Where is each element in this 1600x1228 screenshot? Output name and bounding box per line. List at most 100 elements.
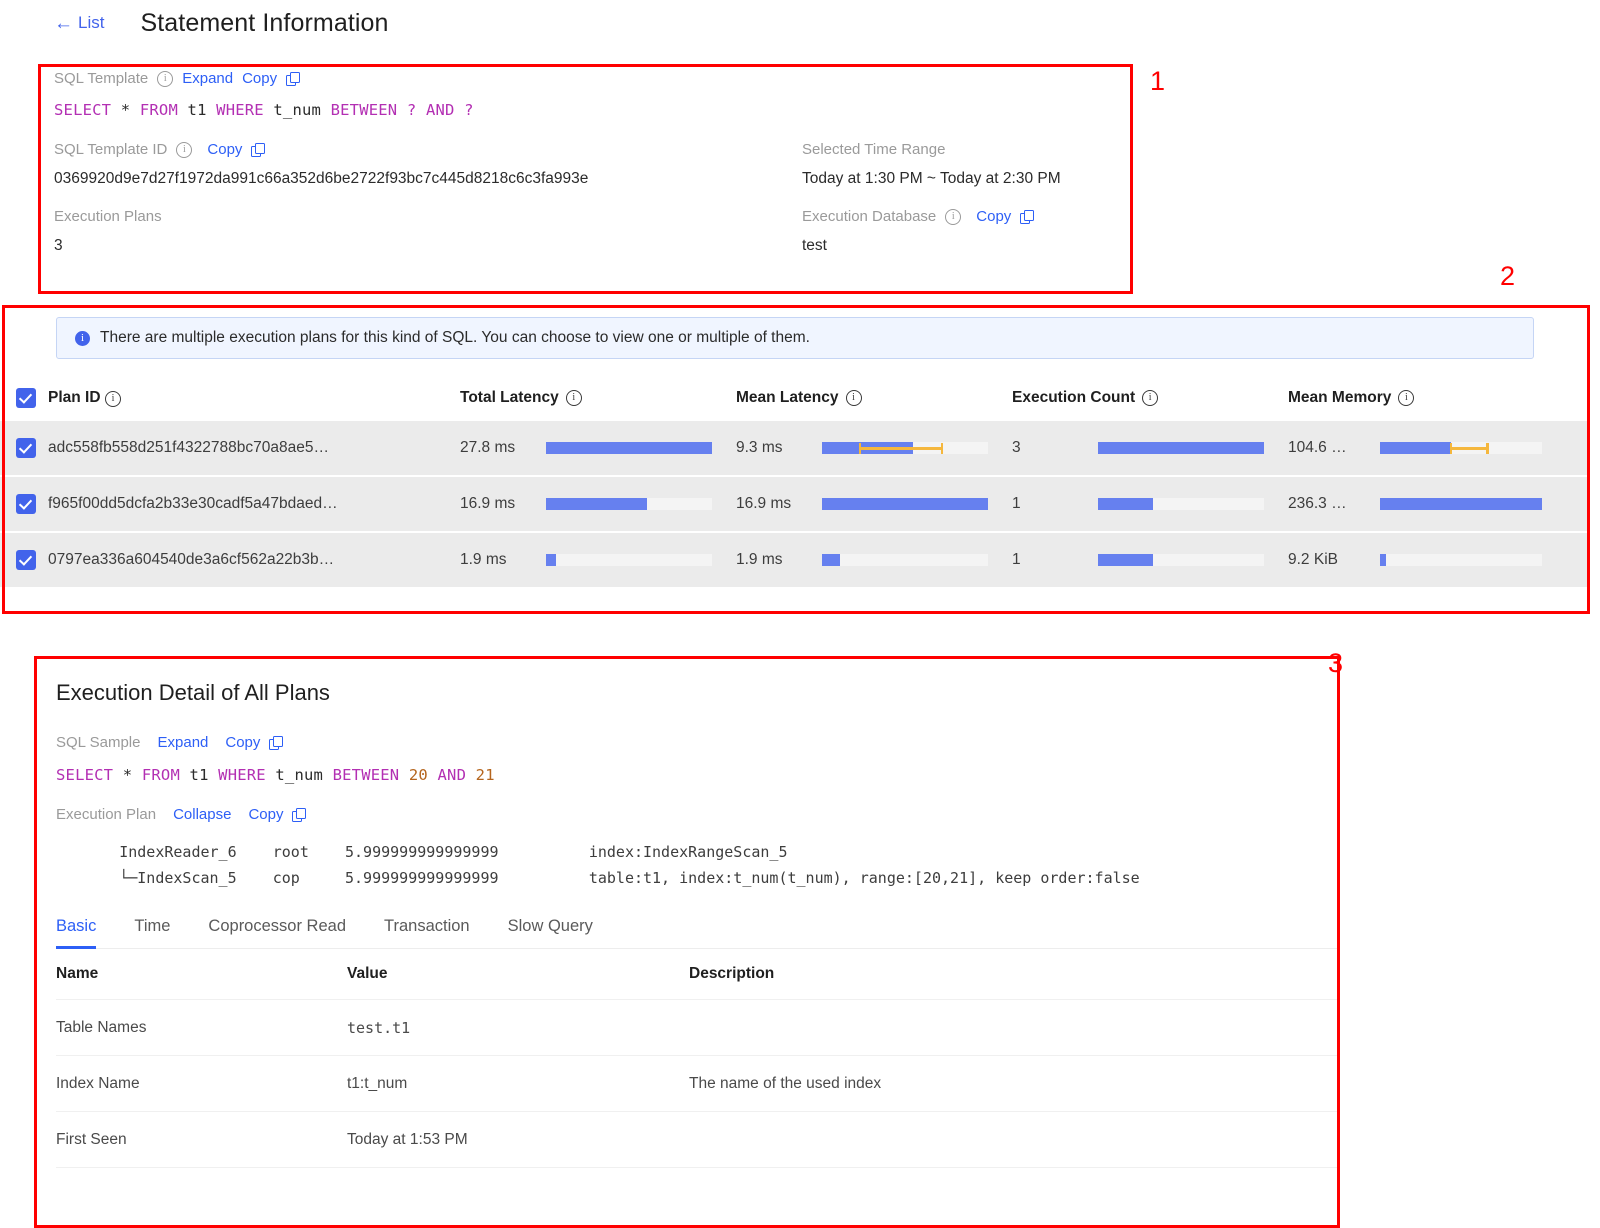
metric-bar — [1098, 498, 1264, 510]
tab-time[interactable]: Time — [134, 917, 170, 948]
info-circle-icon: i — [75, 331, 90, 346]
copy-icon[interactable] — [1020, 210, 1033, 223]
select-all-checkbox[interactable] — [16, 388, 36, 408]
row-checkbox[interactable] — [16, 438, 36, 458]
table-row[interactable]: 0797ea336a604540de3a6cf562a22b3b…1.9 ms1… — [0, 531, 1590, 587]
sql-token: ? — [464, 101, 474, 119]
bar-fill — [822, 554, 840, 566]
sql-token: AND — [438, 766, 467, 784]
cell-execution-count: 3 — [1012, 439, 1288, 457]
sql-token — [180, 766, 190, 784]
metric-bar — [1380, 442, 1542, 454]
mean-latency-value: 1.9 ms — [736, 551, 822, 569]
execution-plans-value: 3 — [54, 237, 802, 255]
execution-plan-tree: IndexReader_6 root 5.999999999999999 ind… — [56, 839, 1340, 891]
sql-token: BETWEEN — [331, 101, 398, 119]
metric-bar — [546, 498, 712, 510]
row-checkbox-cell — [0, 494, 48, 514]
kv-column-value: Value — [347, 965, 689, 983]
bar-fill — [1098, 554, 1153, 566]
sql-template-copy-button[interactable]: Copy — [242, 70, 277, 87]
info-icon[interactable]: i — [1398, 390, 1414, 406]
execution-plan-copy-button[interactable]: Copy — [248, 806, 283, 823]
select-all-cell — [0, 388, 48, 408]
sql-sample-copy-button[interactable]: Copy — [225, 734, 260, 751]
cell-total-latency: 16.9 ms — [460, 495, 736, 513]
metric-bar — [1098, 554, 1264, 566]
mean-latency-value: 9.3 ms — [736, 439, 822, 457]
selected-time-range-label: Selected Time Range — [802, 141, 945, 158]
copy-icon[interactable] — [269, 736, 282, 749]
metric-bar — [546, 442, 712, 454]
row-checkbox[interactable] — [16, 494, 36, 514]
column-header-plan-id[interactable]: Plan ID i — [48, 389, 460, 407]
total-latency-value: 16.9 ms — [460, 495, 546, 513]
kv-name: First Seen — [56, 1131, 347, 1149]
execution-count-value: 3 — [1012, 439, 1098, 457]
sql-token — [207, 101, 217, 119]
execution-plan-collapse-button[interactable]: Collapse — [173, 806, 231, 823]
info-icon[interactable]: i — [1142, 390, 1158, 406]
annotation-label-1: 1 — [1150, 66, 1165, 97]
column-header-mean-latency[interactable]: Mean Latency i — [736, 389, 1012, 407]
info-icon[interactable]: i — [157, 71, 173, 87]
sql-sample-code: SELECT * FROM t1 WHERE t_num BETWEEN 20 … — [56, 766, 1340, 784]
banner-text: There are multiple execution plans for t… — [100, 329, 810, 347]
cell-plan-id: 0797ea336a604540de3a6cf562a22b3b… — [48, 551, 460, 569]
sql-token — [323, 766, 333, 784]
execution-plans-header: Execution Plans — [54, 208, 802, 225]
sql-template-id-label: SQL Template ID — [54, 141, 167, 158]
info-icon[interactable]: i — [846, 390, 862, 406]
table-row[interactable]: f965f00dd5dcfa2b33e30cadf5a47bdaed…16.9 … — [0, 475, 1590, 531]
sql-template-expand-button[interactable]: Expand — [182, 70, 233, 87]
whisker-range — [1450, 447, 1489, 450]
sql-token — [397, 101, 407, 119]
detail-kv-table: Name Value Description Table Namestest.t… — [56, 949, 1340, 1168]
sql-token — [399, 766, 409, 784]
kv-header-row: Name Value Description — [56, 949, 1340, 1000]
row-checkbox[interactable] — [16, 550, 36, 570]
copy-icon[interactable] — [286, 72, 299, 85]
info-icon[interactable]: i — [105, 391, 121, 407]
copy-icon[interactable] — [292, 808, 305, 821]
execution-database-copy-button[interactable]: Copy — [976, 208, 1011, 225]
sql-token: t1 — [190, 766, 209, 784]
tab-transaction[interactable]: Transaction — [384, 917, 470, 948]
sql-token: SELECT — [54, 101, 111, 119]
sql-token — [416, 101, 426, 119]
back-to-list-link[interactable]: ← List — [54, 13, 104, 33]
tab-slow-query[interactable]: Slow Query — [508, 917, 593, 948]
sql-sample-expand-button[interactable]: Expand — [158, 734, 209, 751]
table-row[interactable]: adc558fb558d251f4322788bc70a8ae5…27.8 ms… — [0, 419, 1590, 475]
sql-token: SELECT — [56, 766, 113, 784]
kv-column-description: Description — [689, 965, 1340, 983]
sql-token: WHERE — [218, 766, 266, 784]
detail-tabs: Basic Time Coprocessor Read Transaction Slow… — [56, 917, 1340, 949]
cell-mean-latency: 9.3 ms — [736, 439, 1012, 457]
column-label: Plan ID — [48, 389, 101, 406]
copy-icon[interactable] — [251, 143, 264, 156]
column-header-execution-count[interactable]: Execution Count i — [1012, 389, 1288, 407]
column-header-total-latency[interactable]: Total Latency i — [460, 389, 736, 407]
execution-database-value: test — [802, 237, 1033, 255]
column-label: Mean Latency — [736, 389, 839, 407]
tab-basic[interactable]: Basic — [56, 917, 96, 948]
bar-fill — [1098, 498, 1153, 510]
info-icon[interactable]: i — [176, 142, 192, 158]
metric-bar — [1380, 554, 1542, 566]
bar-fill — [1380, 442, 1451, 454]
selected-time-range-header: Selected Time Range — [802, 141, 1061, 158]
tab-coprocessor-read[interactable]: Coprocessor Read — [208, 917, 346, 948]
sql-template-code: SELECT * FROM t1 WHERE t_num BETWEEN ? A… — [54, 101, 1129, 119]
sql-token — [264, 101, 274, 119]
info-icon[interactable]: i — [566, 390, 582, 406]
kv-row: Table Namestest.t1 — [56, 1000, 1340, 1056]
column-header-mean-memory[interactable]: Mean Memory i — [1288, 389, 1578, 407]
annotation-label-2: 2 — [1500, 261, 1515, 292]
bar-fill — [1380, 554, 1386, 566]
kv-column-name: Name — [56, 965, 347, 983]
info-icon[interactable]: i — [945, 209, 961, 225]
sql-template-id-copy-button[interactable]: Copy — [207, 141, 242, 158]
sql-template-id-header: SQL Template ID i Copy — [54, 141, 802, 158]
bar-fill — [546, 554, 556, 566]
